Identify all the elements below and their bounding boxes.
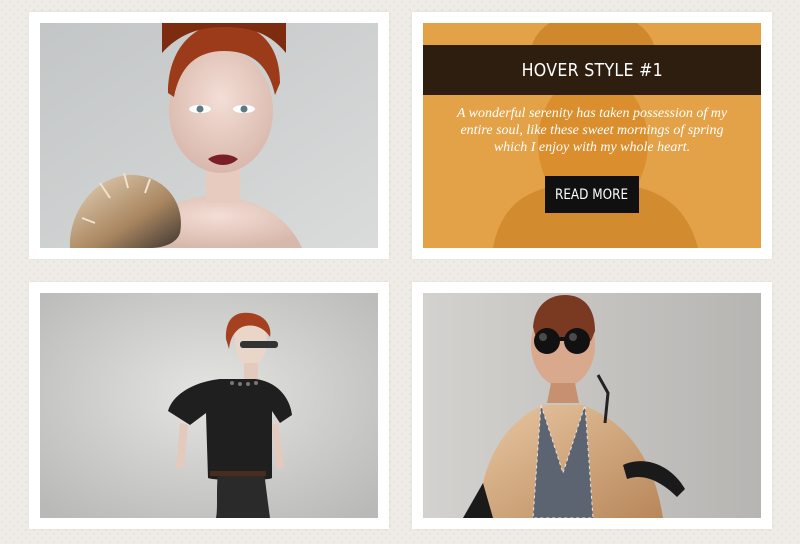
model-goggles-image xyxy=(423,293,761,518)
read-more-label: READ MORE xyxy=(555,186,629,203)
gallery-image-1[interactable] xyxy=(40,23,378,248)
gallery-image-2[interactable]: HOVER STYLE #1 A wonderful serenity has … xyxy=(423,23,761,248)
gallery-card-1[interactable] xyxy=(29,12,389,259)
hover-title: HOVER STYLE #1 xyxy=(521,59,663,81)
gallery-card-4[interactable] xyxy=(412,282,772,529)
read-more-button[interactable]: READ MORE xyxy=(545,176,639,213)
model-portrait-image xyxy=(40,23,378,248)
hover-description: A wonderful serenity has taken possessio… xyxy=(456,106,728,155)
gallery-image-3[interactable] xyxy=(40,293,378,518)
hover-title-bar: HOVER STYLE #1 xyxy=(423,45,761,95)
gallery-image-4[interactable] xyxy=(423,293,761,518)
gallery-card-3[interactable] xyxy=(29,282,389,529)
model-black-dress-image xyxy=(40,293,378,518)
gallery-card-2[interactable]: HOVER STYLE #1 A wonderful serenity has … xyxy=(412,12,772,259)
